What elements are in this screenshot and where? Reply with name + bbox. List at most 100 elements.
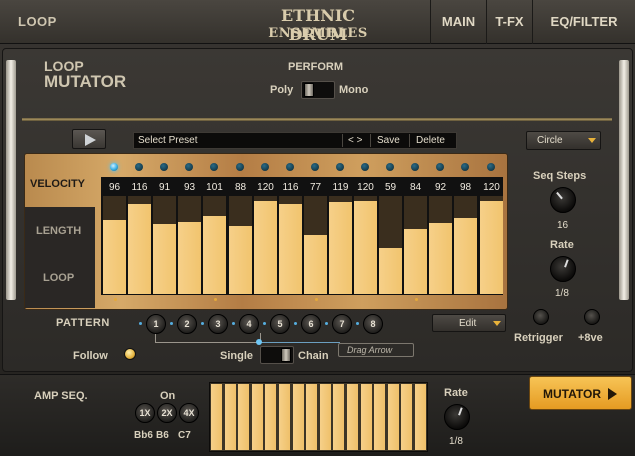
drag-arrow-line xyxy=(260,342,340,343)
step-led[interactable] xyxy=(160,163,168,171)
velocity-bar[interactable] xyxy=(153,224,176,294)
preset-delete-button[interactable]: Delete xyxy=(416,135,445,146)
step-led[interactable] xyxy=(236,163,244,171)
velocity-bar[interactable] xyxy=(329,202,352,294)
drag-arrow-handle[interactable] xyxy=(256,339,262,345)
rate-knob[interactable] xyxy=(550,256,576,282)
preset-prev-next[interactable]: < > xyxy=(348,135,362,146)
single-chain-switch[interactable] xyxy=(260,346,294,364)
amp-step[interactable] xyxy=(238,384,249,450)
velocity-bar[interactable] xyxy=(279,204,302,294)
pattern-button[interactable]: 4 xyxy=(239,314,259,334)
velocity-bar[interactable] xyxy=(178,222,201,294)
step-led[interactable] xyxy=(487,163,495,171)
step-led[interactable] xyxy=(135,163,143,171)
pattern-button[interactable]: 1 xyxy=(146,314,166,334)
step-led[interactable] xyxy=(185,163,193,171)
step-column[interactable] xyxy=(379,196,402,294)
step-column[interactable] xyxy=(429,196,452,294)
step-column[interactable] xyxy=(304,196,327,294)
amp-step[interactable] xyxy=(320,384,331,450)
amp-step[interactable] xyxy=(415,384,426,450)
amp-step[interactable] xyxy=(333,384,344,450)
seq-steps-knob[interactable] xyxy=(550,187,576,213)
step-led[interactable] xyxy=(386,163,394,171)
amp-step[interactable] xyxy=(225,384,236,450)
step-column[interactable] xyxy=(480,196,503,294)
step-column[interactable] xyxy=(178,196,201,294)
step-led[interactable] xyxy=(286,163,294,171)
tab-eq-filter[interactable]: EQ/FILTER xyxy=(532,0,635,44)
octave-knob[interactable] xyxy=(584,309,600,325)
velocity-bar[interactable] xyxy=(128,204,151,294)
velocity-bar[interactable] xyxy=(254,201,277,294)
pattern-button[interactable]: 7 xyxy=(332,314,352,334)
mode-dropdown[interactable]: Circle xyxy=(526,131,601,150)
tab-t-fx[interactable]: T-FX xyxy=(486,0,532,44)
play-button[interactable] xyxy=(72,129,106,149)
step-column[interactable] xyxy=(153,196,176,294)
preset-selector[interactable]: Select Preset xyxy=(138,135,197,146)
step-column[interactable] xyxy=(329,196,352,294)
velocity-bar[interactable] xyxy=(480,201,503,294)
mutator-button[interactable]: MUTATOR xyxy=(529,376,632,410)
velocity-bar[interactable] xyxy=(429,223,452,294)
follow-toggle[interactable] xyxy=(124,348,136,360)
edit-dropdown[interactable]: Edit xyxy=(432,314,506,332)
velocity-bar[interactable] xyxy=(454,218,477,294)
amp-step[interactable] xyxy=(347,384,358,450)
amp-step[interactable] xyxy=(279,384,290,450)
velocity-bar[interactable] xyxy=(103,220,126,294)
step-column[interactable] xyxy=(404,196,427,294)
pattern-button[interactable]: 3 xyxy=(208,314,228,334)
step-led[interactable] xyxy=(110,163,118,171)
velocity-bar[interactable] xyxy=(229,226,252,294)
amp-step[interactable] xyxy=(293,384,304,450)
step-column[interactable] xyxy=(229,196,252,294)
retrigger-knob[interactable] xyxy=(533,309,549,325)
tab-main[interactable]: MAIN xyxy=(430,0,486,44)
length-mode-tab[interactable]: LENGTH xyxy=(36,225,81,237)
velocity-bar[interactable] xyxy=(203,216,226,294)
step-column[interactable] xyxy=(454,196,477,294)
poly-mono-switch[interactable] xyxy=(301,81,335,99)
step-led[interactable] xyxy=(436,163,444,171)
step-led[interactable] xyxy=(411,163,419,171)
velocity-bar[interactable] xyxy=(354,201,377,294)
pattern-button[interactable]: 2 xyxy=(177,314,197,334)
pattern-button[interactable]: 6 xyxy=(301,314,321,334)
step-column[interactable] xyxy=(279,196,302,294)
drag-arrow-box[interactable]: Drag Arrow xyxy=(338,343,414,357)
velocity-bar[interactable] xyxy=(379,248,402,294)
step-column[interactable] xyxy=(128,196,151,294)
step-column[interactable] xyxy=(254,196,277,294)
preset-save-button[interactable]: Save xyxy=(377,135,400,146)
amp-step[interactable] xyxy=(401,384,412,450)
pattern-button[interactable]: 5 xyxy=(270,314,290,334)
amp-step[interactable] xyxy=(361,384,372,450)
loop-mode-tab[interactable]: LOOP xyxy=(43,272,74,284)
step-column[interactable] xyxy=(354,196,377,294)
step-led[interactable] xyxy=(461,163,469,171)
amp-multiplier-button[interactable]: 2X xyxy=(157,403,177,423)
step-column[interactable] xyxy=(203,196,226,294)
amp-step[interactable] xyxy=(265,384,276,450)
velocity-bar[interactable] xyxy=(304,235,327,294)
amp-step[interactable] xyxy=(374,384,385,450)
step-led[interactable] xyxy=(361,163,369,171)
velocity-mode-tab[interactable]: VELOCITY xyxy=(30,178,85,190)
pattern-button[interactable]: 8 xyxy=(363,314,383,334)
amp-multiplier-button[interactable]: 4X xyxy=(179,403,199,423)
step-led[interactable] xyxy=(336,163,344,171)
amp-step[interactable] xyxy=(252,384,263,450)
amp-step[interactable] xyxy=(306,384,317,450)
step-led[interactable] xyxy=(311,163,319,171)
amp-step[interactable] xyxy=(388,384,399,450)
step-led[interactable] xyxy=(210,163,218,171)
step-led[interactable] xyxy=(261,163,269,171)
velocity-bar[interactable] xyxy=(404,229,427,294)
amp-multiplier-button[interactable]: 1X xyxy=(135,403,155,423)
amp-rate-knob[interactable] xyxy=(444,404,470,430)
step-column[interactable] xyxy=(103,196,126,294)
amp-step[interactable] xyxy=(211,384,222,450)
